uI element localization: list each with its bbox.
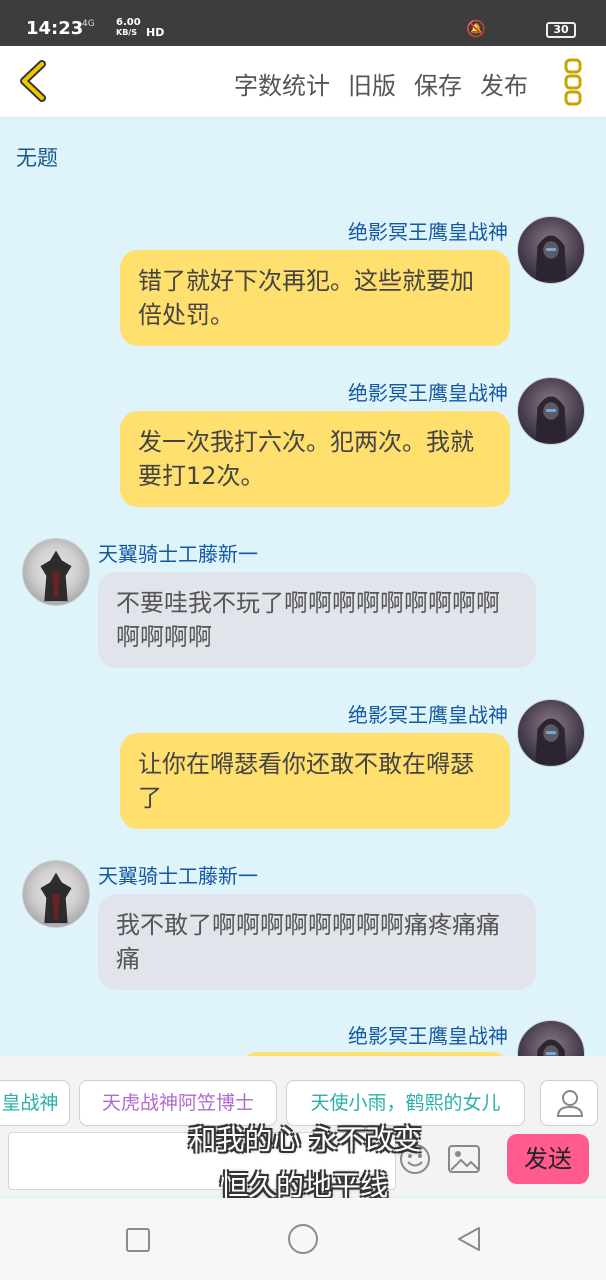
publish-button[interactable]: 发布	[480, 66, 528, 101]
message-bubble[interactable]: 发一次我打六次。犯两次。我就要打12次。	[120, 411, 510, 507]
message-author: 绝影冥王鹰皇战神	[348, 381, 508, 405]
hd-badge: HD	[146, 26, 165, 39]
avatar[interactable]	[517, 1020, 585, 1056]
message-author: 绝影冥王鹰皇战神	[348, 220, 508, 244]
avatar[interactable]	[22, 860, 90, 928]
armored-knight-avatar-icon	[40, 872, 72, 924]
avatar[interactable]	[517, 699, 585, 767]
armored-knight-avatar-icon	[40, 550, 72, 602]
save-button[interactable]: 保存	[414, 66, 462, 101]
toolbar-actions: 字数统计 旧版 保存 发布	[234, 66, 528, 101]
hooded-warrior-avatar-icon	[535, 235, 567, 282]
network-speed: 6.00 KB/S	[116, 18, 141, 38]
status-time: 14:23	[26, 18, 84, 39]
message-bubble[interactable]: 不要哇我不玩了啊啊啊啊啊啊啊啊啊啊啊啊啊	[98, 572, 536, 668]
system-navigation-bar	[0, 1198, 606, 1280]
word-count-button[interactable]: 字数统计	[234, 66, 330, 101]
message-bubble[interactable]: 我不敢了啊啊啊啊啊啊啊啊痛疼痛痛痛	[98, 894, 536, 990]
more-vertical-icon	[564, 58, 582, 106]
system-back-button[interactable]	[455, 1225, 483, 1253]
story-title[interactable]: 无题	[16, 142, 58, 172]
status-icons: 🔕	[466, 19, 492, 38]
chat-area: 绝影冥王鹰皇战神 错了就好下次再犯。这些就要加倍处罚。 绝影冥王鹰皇战神 发一次…	[0, 190, 606, 1056]
hooded-warrior-avatar-icon	[537, 1039, 565, 1056]
more-menu-button[interactable]	[562, 56, 584, 108]
home-button[interactable]	[288, 1224, 318, 1254]
message-author: 天翼骑士工藤新一	[98, 542, 258, 566]
recent-apps-button[interactable]	[126, 1228, 150, 1252]
bell-off-icon: 🔕	[466, 19, 492, 38]
subtitle-line: 和我的心 永不改变	[188, 1123, 422, 1156]
hooded-warrior-avatar-icon	[535, 396, 567, 443]
chevron-left-icon	[20, 60, 46, 102]
message-bubble[interactable]: 错了就好下次再犯。这些就要加倍处罚。	[120, 250, 510, 346]
avatar[interactable]	[22, 538, 90, 606]
message-bubble[interactable]: 让你在嘚瑟看你还敢不敢在嘚瑟了	[120, 733, 510, 829]
status-bar: 14:23 4G 6.00 KB/S HD 🔕 30	[0, 0, 606, 46]
battery-icon: 30	[546, 22, 576, 38]
message-author: 绝影冥王鹰皇战神	[348, 703, 508, 727]
speed-value: 6.00	[116, 17, 141, 28]
back-button[interactable]	[14, 58, 54, 104]
old-version-button[interactable]: 旧版	[348, 66, 396, 101]
hooded-warrior-avatar-icon	[535, 718, 567, 765]
speed-unit: KB/S	[116, 28, 137, 37]
avatar[interactable]	[517, 216, 585, 284]
message-author: 天翼骑士工藤新一	[98, 864, 258, 888]
network-type: 4G	[82, 19, 95, 29]
avatar[interactable]	[517, 377, 585, 445]
triangle-back-icon	[458, 1227, 480, 1251]
message-author: 绝影冥王鹰皇战神	[348, 1024, 508, 1048]
battery-level: 30	[553, 23, 569, 36]
editor-toolbar: 字数统计 旧版 保存 发布	[0, 46, 606, 118]
